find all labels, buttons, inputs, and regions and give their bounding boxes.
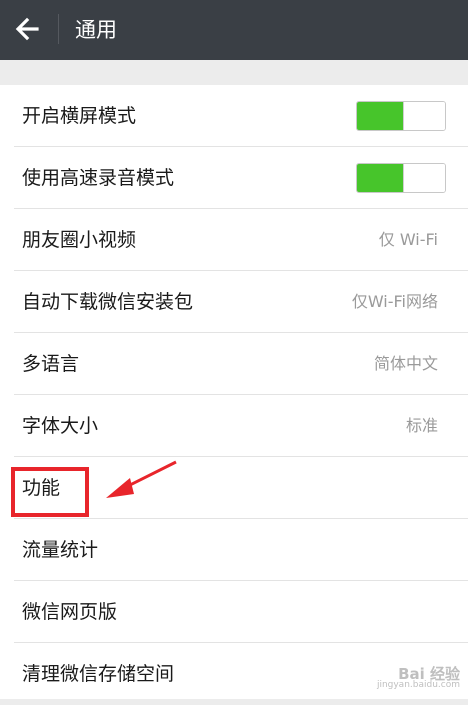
page-title: 通用 xyxy=(75,18,117,42)
settings-list: 开启横屏模式 使用高速录音模式 朋友圈小视频 仅 Wi-Fi 自动下载微信安装包… xyxy=(0,85,468,699)
back-button[interactable] xyxy=(10,12,44,46)
setting-label: 自动下载微信安装包 xyxy=(22,291,194,313)
setting-label: 流量统计 xyxy=(22,539,99,561)
setting-value: 标准 xyxy=(405,416,438,435)
high-speed-recording-toggle[interactable] xyxy=(356,163,446,193)
setting-moments-video[interactable]: 朋友圈小视频 仅 Wi-Fi xyxy=(0,209,468,271)
setting-web-wechat[interactable]: 微信网页版 xyxy=(0,581,468,643)
setting-auto-download[interactable]: 自动下载微信安装包 仅Wi-Fi网络 xyxy=(0,271,468,333)
landscape-mode-toggle[interactable] xyxy=(356,101,446,131)
highlight-box xyxy=(11,467,89,517)
setting-label: 微信网页版 xyxy=(22,601,118,623)
setting-value: 仅Wi-Fi网络 xyxy=(351,292,438,311)
toggle-knob xyxy=(403,102,445,130)
toggle-on-fill xyxy=(357,164,403,192)
watermark: Bai 经验 jingyan.baidu.com xyxy=(350,663,460,693)
setting-label: 多语言 xyxy=(22,353,80,375)
setting-value: 简体中文 xyxy=(373,354,438,373)
toggle-on-fill xyxy=(357,102,403,130)
setting-label: 字体大小 xyxy=(22,415,99,437)
section-gap xyxy=(0,60,468,84)
app-header: 通用 xyxy=(0,0,468,60)
setting-label: 使用高速录音模式 xyxy=(22,167,175,189)
arrow-left-icon xyxy=(15,17,39,41)
setting-language[interactable]: 多语言 简体中文 xyxy=(0,333,468,395)
toggle-knob xyxy=(403,164,445,192)
watermark-url: jingyan.baidu.com xyxy=(376,680,460,690)
header-divider xyxy=(58,14,59,44)
setting-label: 朋友圈小视频 xyxy=(22,229,137,251)
setting-landscape-mode[interactable]: 开启横屏模式 xyxy=(0,85,468,147)
setting-font-size[interactable]: 字体大小 标准 xyxy=(0,395,468,457)
setting-high-speed-recording[interactable]: 使用高速录音模式 xyxy=(0,147,468,209)
red-arrow-icon xyxy=(106,460,177,498)
setting-value: 仅 Wi-Fi xyxy=(378,230,438,249)
setting-label: 清理微信存储空间 xyxy=(22,663,175,685)
setting-data-usage[interactable]: 流量统计 xyxy=(0,519,468,581)
setting-label: 开启横屏模式 xyxy=(22,105,137,127)
